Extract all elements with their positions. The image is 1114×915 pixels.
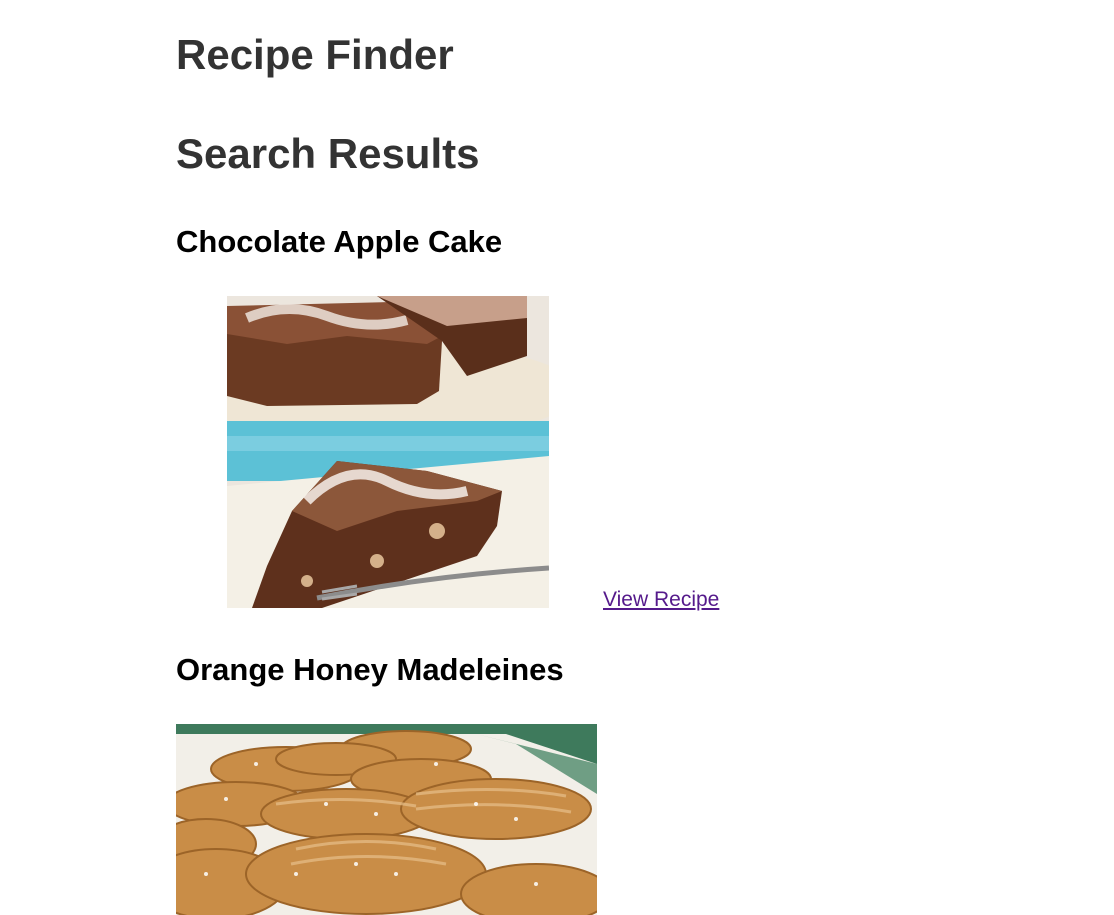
view-recipe-link[interactable]: View Recipe — [603, 588, 719, 612]
page: Recipe Finder Search Results Chocolate A… — [0, 0, 1114, 915]
recipe-image-orange-honey-madeleines — [176, 724, 597, 915]
recipe-title: Chocolate Apple Cake — [176, 224, 503, 259]
recipe-image-chocolate-apple-cake — [227, 296, 549, 608]
site-title: Recipe Finder — [176, 31, 454, 78]
recipe-title: Orange Honey Madeleines — [176, 652, 564, 687]
results-heading: Search Results — [176, 130, 480, 177]
